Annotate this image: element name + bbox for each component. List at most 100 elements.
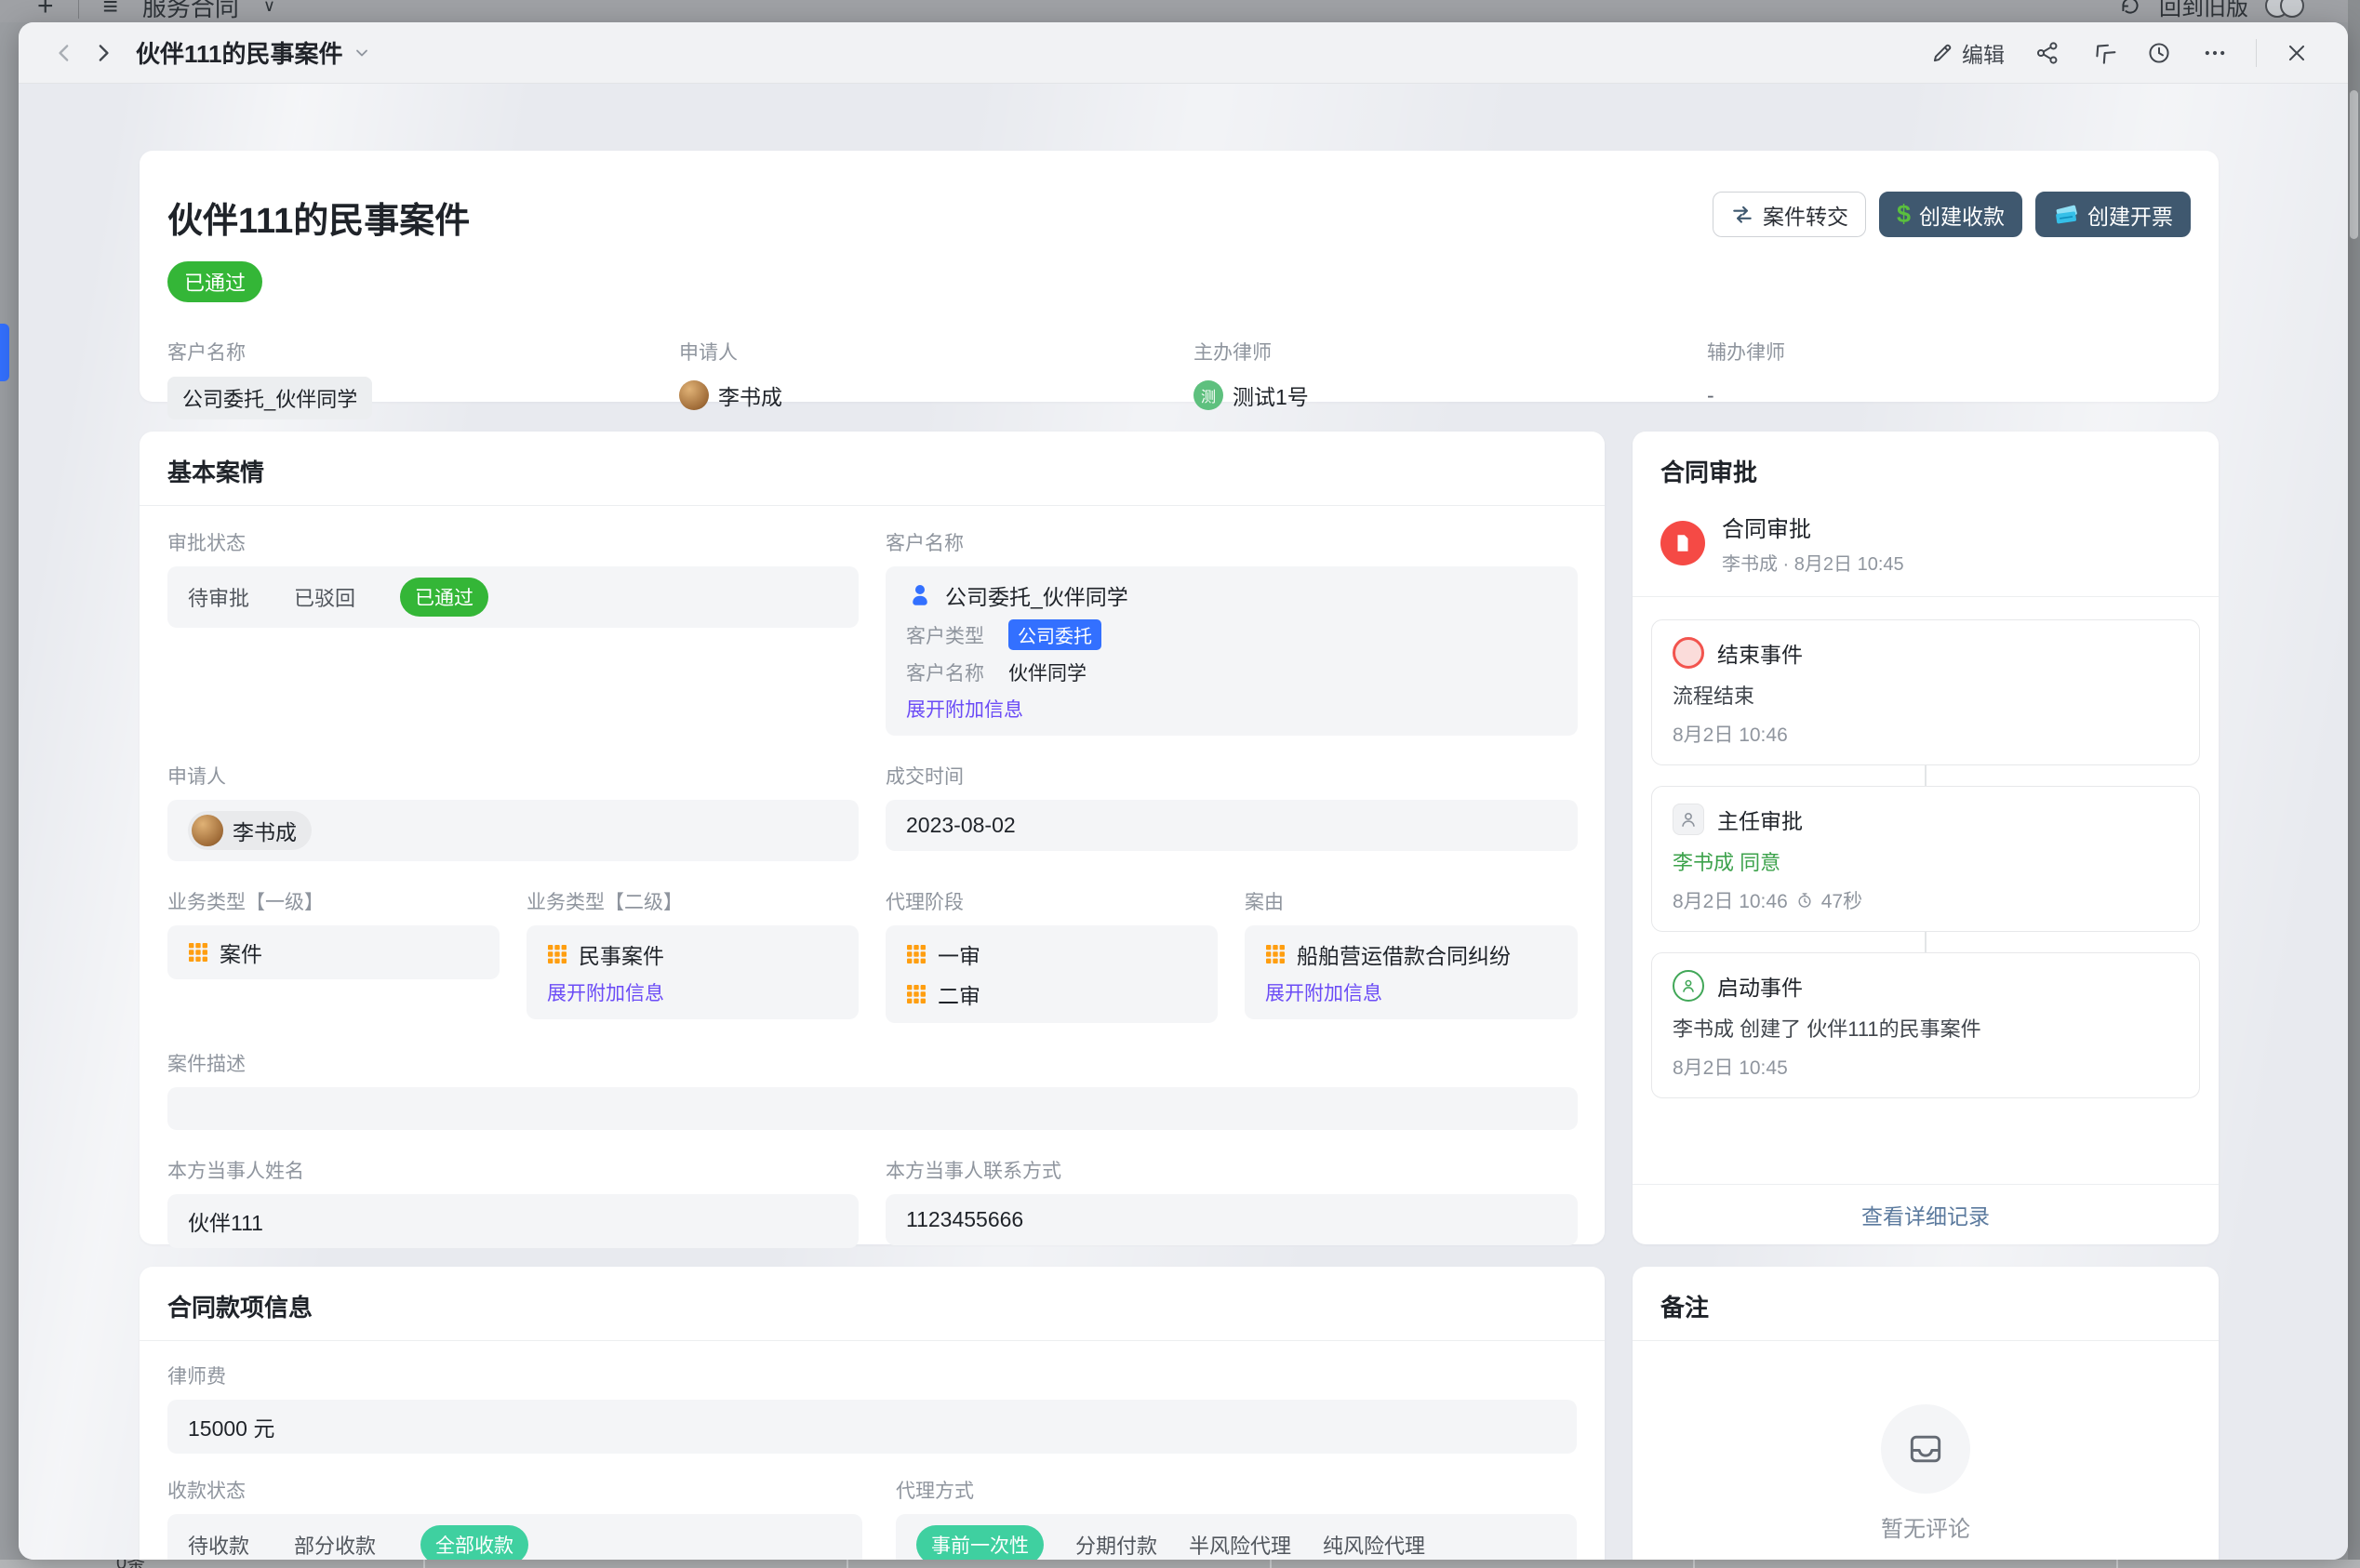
- view-detail-link[interactable]: 查看详细记录: [1861, 1204, 1990, 1229]
- option-unpaid[interactable]: 待收款: [188, 1530, 249, 1560]
- collapse-button[interactable]: [2079, 33, 2127, 73]
- field-label: 业务类型【二级】: [527, 887, 859, 915]
- no-comments-text: 暂无评论: [1881, 1510, 1970, 1543]
- more-button[interactable]: [2191, 33, 2239, 73]
- biz-level1-value: 案件: [220, 937, 262, 968]
- notes-empty-state: 暂无评论: [1633, 1341, 2219, 1560]
- create-invoice-button[interactable]: 创建开票: [2035, 192, 2191, 237]
- our-party-name-value: 伙伴111: [188, 1205, 263, 1237]
- timeline-event-director-approval[interactable]: 主任审批 李书成 同意 8月2日 10:46 47秒: [1651, 786, 2200, 932]
- event-title: 启动事件: [1717, 970, 1803, 1002]
- option-half-risk[interactable]: 半风险代理: [1189, 1530, 1291, 1560]
- payment-status-input[interactable]: 待收款 部分收款 全部收款: [167, 1514, 862, 1560]
- option-pure-risk[interactable]: 纯风险代理: [1323, 1530, 1425, 1560]
- close-button[interactable]: [2273, 33, 2320, 73]
- option-pending[interactable]: 待审批: [188, 582, 249, 612]
- expand-info-link[interactable]: 展开附加信息: [1265, 978, 1382, 1006]
- avatar: [679, 380, 709, 410]
- event-time: 8月2日 10:46: [1673, 720, 1788, 748]
- grid-icon: [188, 942, 208, 963]
- plus-icon[interactable]: +: [37, 0, 54, 22]
- modal-titlebar: 伙伴111的民事案件 编辑: [19, 22, 2348, 84]
- case-transfer-button[interactable]: 案件转交: [1713, 192, 1866, 237]
- edit-button[interactable]: 编辑: [1919, 30, 2016, 76]
- our-party-name-input[interactable]: 伙伴111: [167, 1194, 859, 1248]
- agency-stage-value: 二审: [938, 978, 980, 1010]
- applicant-name[interactable]: 李书成: [233, 815, 297, 846]
- card-title: 备注: [1633, 1267, 2219, 1340]
- biz-level1-field: 业务类型【一级】 案件: [167, 887, 500, 979]
- person-icon: [906, 581, 934, 609]
- deal-date-field: 成交时间 2023-08-02: [886, 762, 1578, 851]
- applicant-name[interactable]: 李书成: [718, 379, 782, 411]
- avatar[interactable]: [2280, 0, 2304, 18]
- record-count: 0条: [116, 1560, 145, 1568]
- deal-date-input[interactable]: 2023-08-02: [886, 800, 1578, 851]
- create-receipt-button[interactable]: $ 创建收款: [1879, 192, 2022, 237]
- window-scrollbar[interactable]: [2348, 0, 2360, 1568]
- approval-timeline: 结束事件 流程结束 8月2日 10:46 主任审批 李书成: [1633, 597, 2219, 1098]
- biz-level1-input[interactable]: 案件: [167, 925, 500, 979]
- close-icon: [2285, 41, 2309, 65]
- cause-value: 船舶营运借款合同纠纷: [1297, 938, 1511, 970]
- lawyer-fee-input[interactable]: 15000 元: [167, 1400, 1577, 1454]
- history-button[interactable]: [2135, 33, 2183, 73]
- our-party-contact-input[interactable]: 1123455666: [886, 1194, 1578, 1245]
- background-app-topbar: + ≡ 服务合同 ∨ 回到旧版: [0, 0, 2360, 22]
- back-to-old-link[interactable]: 回到旧版: [2159, 0, 2248, 21]
- field-label: 成交时间: [886, 762, 1578, 790]
- option-installment[interactable]: 分期付款: [1075, 1530, 1157, 1560]
- basic-case-card: 基本案情 审批状态 待审批 已驳回 已通过 客户名称: [140, 432, 1605, 1244]
- approval-footer: 查看详细记录: [1633, 1184, 2219, 1244]
- expand-info-link[interactable]: 展开附加信息: [547, 978, 664, 1006]
- client-type-tag: 公司委托: [1008, 619, 1101, 650]
- option-rejected[interactable]: 已驳回: [294, 582, 355, 612]
- option-paid-selected[interactable]: 全部收款: [420, 1525, 528, 1560]
- background-tab-label[interactable]: 服务合同: [142, 0, 239, 22]
- field-label: 代理阶段: [886, 887, 1218, 915]
- forward-icon[interactable]: [84, 34, 121, 72]
- approval-flow-item[interactable]: 合同审批 李书成 · 8月2日 10:45: [1633, 505, 2219, 596]
- dollar-icon: $: [1897, 202, 1911, 227]
- ticket-icon: [2053, 202, 2079, 228]
- refresh-icon[interactable]: [2118, 0, 2142, 18]
- back-icon[interactable]: [47, 34, 84, 72]
- cause-input[interactable]: 船舶营运借款合同纠纷 展开附加信息: [1245, 925, 1578, 1019]
- agency-stage-value: 一审: [938, 938, 980, 970]
- biz-level2-input[interactable]: 民事案件 展开附加信息: [527, 925, 859, 1019]
- document-icon: [1660, 521, 1705, 565]
- field-label: 客户名称: [167, 338, 679, 365]
- our-party-contact-value: 1123455666: [906, 1207, 1023, 1232]
- create-receipt-label: 创建收款: [1919, 199, 2005, 231]
- share-button[interactable]: [2023, 33, 2072, 73]
- menu-icon[interactable]: ≡: [103, 0, 118, 21]
- biz-level2-field: 业务类型【二级】 民事案件 展开附加信息: [527, 887, 859, 1019]
- applicant-field: 申请人 李书成: [167, 762, 859, 861]
- person-icon: [1673, 804, 1704, 835]
- field-label: 案由: [1245, 887, 1578, 915]
- approval-status-input[interactable]: 待审批 已驳回 已通过: [167, 566, 859, 628]
- our-party-contact-field: 本方当事人联系方式 1123455666: [886, 1156, 1578, 1245]
- title-chevron-down-icon[interactable]: [353, 44, 371, 62]
- timeline-event-start[interactable]: 启动事件 李书成 创建了 伙伴111的民事案件 8月2日 10:45: [1651, 952, 2200, 1098]
- option-partial[interactable]: 部分收款: [294, 1530, 376, 1560]
- lead-lawyer-name[interactable]: 测试1号: [1233, 379, 1309, 411]
- agency-stage-input[interactable]: 一审 二审: [886, 925, 1218, 1023]
- agency-mode-input[interactable]: 事前一次性 分期付款 半风险代理 纯风险代理: [896, 1514, 1577, 1560]
- scrollbar-thumb[interactable]: [2350, 90, 2358, 239]
- divider: [2256, 39, 2257, 67]
- timeline-event-end[interactable]: 结束事件 流程结束 8月2日 10:46: [1651, 619, 2200, 765]
- grid-icon: [906, 944, 927, 964]
- option-approved-selected[interactable]: 已通过: [400, 578, 488, 617]
- flow-name: 合同审批: [1722, 511, 1904, 543]
- case-detail-modal: 伙伴111的民事案件 编辑: [19, 22, 2348, 1560]
- client-tag[interactable]: 公司委托_伙伴同学: [167, 377, 372, 419]
- option-onetime-selected[interactable]: 事前一次性: [916, 1525, 1044, 1560]
- share-icon: [2034, 40, 2060, 66]
- applicant-input[interactable]: 李书成: [167, 800, 859, 861]
- client-name[interactable]: 公司委托_伙伴同学: [945, 579, 1128, 611]
- description-input[interactable]: [167, 1087, 1578, 1130]
- expand-info-link[interactable]: 展开附加信息: [906, 695, 1023, 723]
- client-input[interactable]: 公司委托_伙伴同学 客户类型 公司委托 客户名称 伙伴同学 展开附加信息: [886, 566, 1578, 736]
- client-name-value: 伙伴同学: [1008, 658, 1087, 686]
